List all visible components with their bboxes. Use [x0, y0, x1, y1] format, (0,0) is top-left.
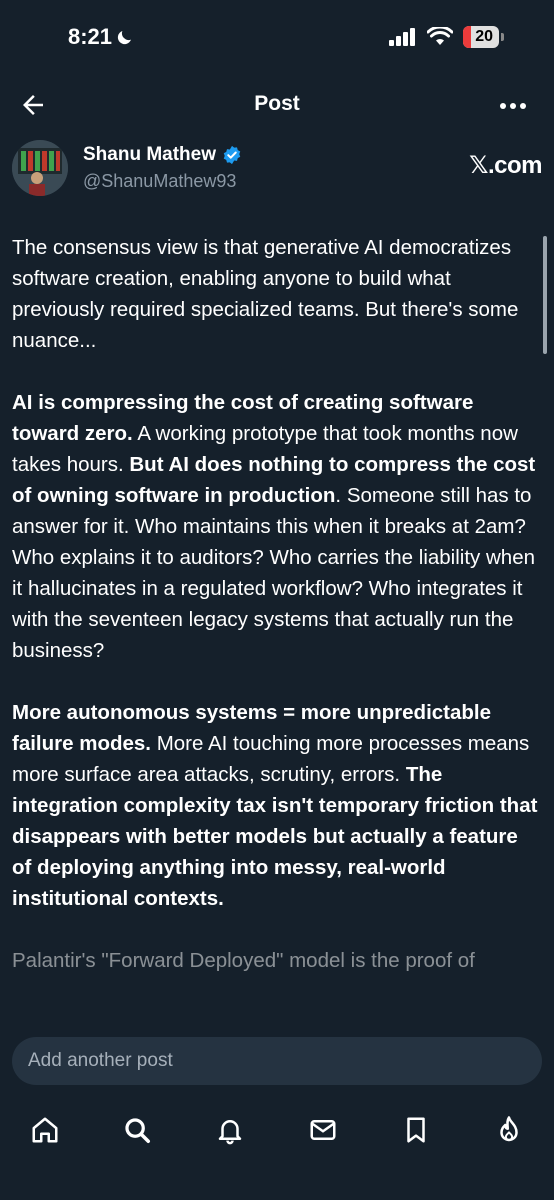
battery-level: 20 [475, 28, 493, 45]
more-options-button[interactable] [498, 96, 528, 116]
status-bar: 8:21 20 [0, 0, 554, 74]
post-paragraph: More autonomous systems = more unpredict… [12, 701, 538, 910]
search-icon [125, 1118, 150, 1143]
tab-search[interactable] [117, 1110, 157, 1150]
top-nav: Post [0, 82, 554, 128]
moon-icon [117, 31, 132, 45]
clock-text: 8:21 [68, 24, 113, 49]
status-time: 8:21 [68, 24, 134, 50]
post-paragraph: AI is compressing the cost of creating s… [12, 391, 536, 662]
status-indicators: 20 [389, 26, 504, 48]
tab-home[interactable] [25, 1110, 65, 1150]
page-title: Post [254, 92, 300, 115]
author-name-text: Shanu Mathew [83, 144, 217, 165]
scrollbar[interactable] [543, 236, 547, 354]
home-icon [32, 1117, 58, 1143]
wifi-icon [427, 27, 454, 45]
tab-grok[interactable] [489, 1110, 529, 1150]
messages-icon [310, 1120, 336, 1140]
tab-bookmarks[interactable] [396, 1110, 436, 1150]
notifications-icon [218, 1120, 242, 1145]
more-icon [500, 103, 526, 109]
verified-badge-icon [223, 145, 241, 165]
post-paragraph: Palantir's "Forward Deployed" model is t… [12, 949, 475, 972]
bottom-nav [0, 1098, 554, 1200]
post-paragraph: The consensus view is that generative AI… [12, 236, 519, 352]
bookmarks-icon [407, 1117, 425, 1143]
tab-messages[interactable] [303, 1110, 343, 1150]
grok-icon [500, 1116, 518, 1142]
reply-placeholder: Add another post [28, 1050, 173, 1071]
post-author: Shanu Mathew @ShanuMathew93 𝕏.com [12, 140, 542, 200]
post-text: The consensus view is that generative AI… [12, 232, 538, 1030]
avatar[interactable] [12, 140, 68, 196]
reply-bar: Add another post [0, 1028, 554, 1098]
battery-icon: 20 [463, 26, 504, 48]
tab-notifications[interactable] [210, 1110, 250, 1150]
source-label: 𝕏.com [469, 152, 542, 179]
author-name[interactable]: Shanu Mathew [83, 144, 242, 166]
author-handle[interactable]: @ShanuMathew93 [83, 171, 236, 192]
signal-icon [389, 28, 416, 46]
reply-input[interactable]: Add another post [12, 1037, 542, 1085]
